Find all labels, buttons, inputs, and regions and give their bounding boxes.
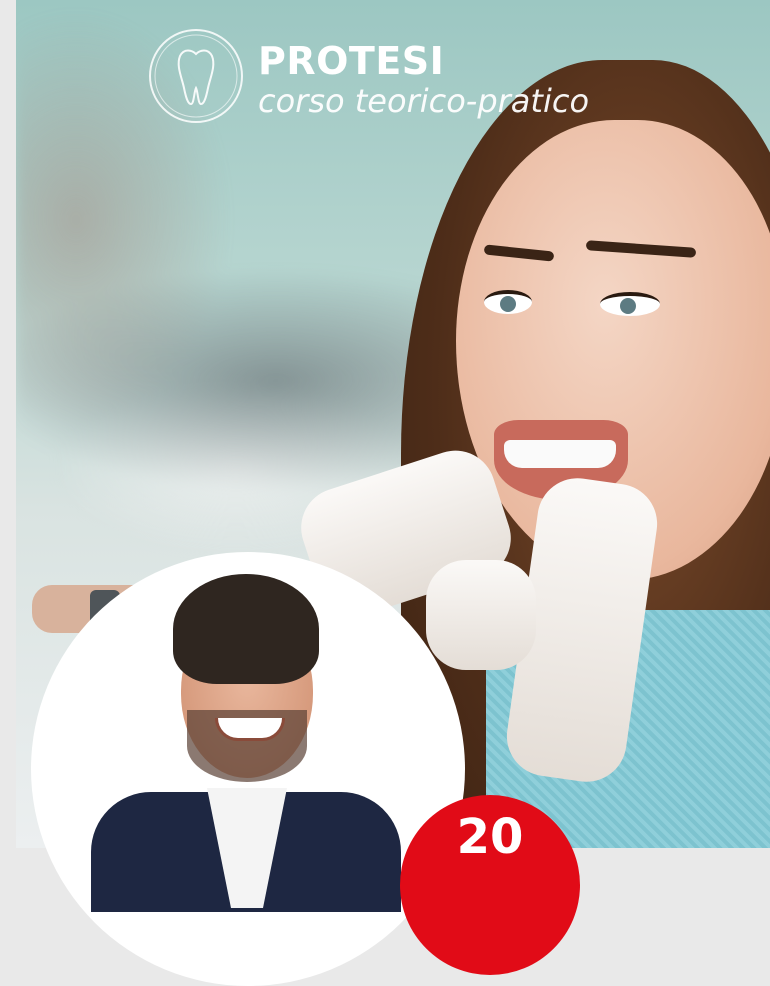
instructor-hair: [173, 574, 319, 684]
left-eye: [484, 290, 532, 314]
count-badge-text: 20: [456, 809, 524, 865]
count-badge: 20: [400, 795, 580, 975]
tooth-logo-icon: [149, 29, 243, 123]
course-subtitle: corso teorico-pratico: [258, 82, 590, 120]
course-title: PROTESI corso teorico-pratico: [258, 40, 589, 120]
course-title-main: PROTESI: [258, 39, 445, 83]
instructor-avatar: [31, 552, 465, 986]
glove-fingers: [426, 560, 536, 670]
right-eye: [600, 292, 660, 316]
patient-teeth: [504, 440, 616, 468]
